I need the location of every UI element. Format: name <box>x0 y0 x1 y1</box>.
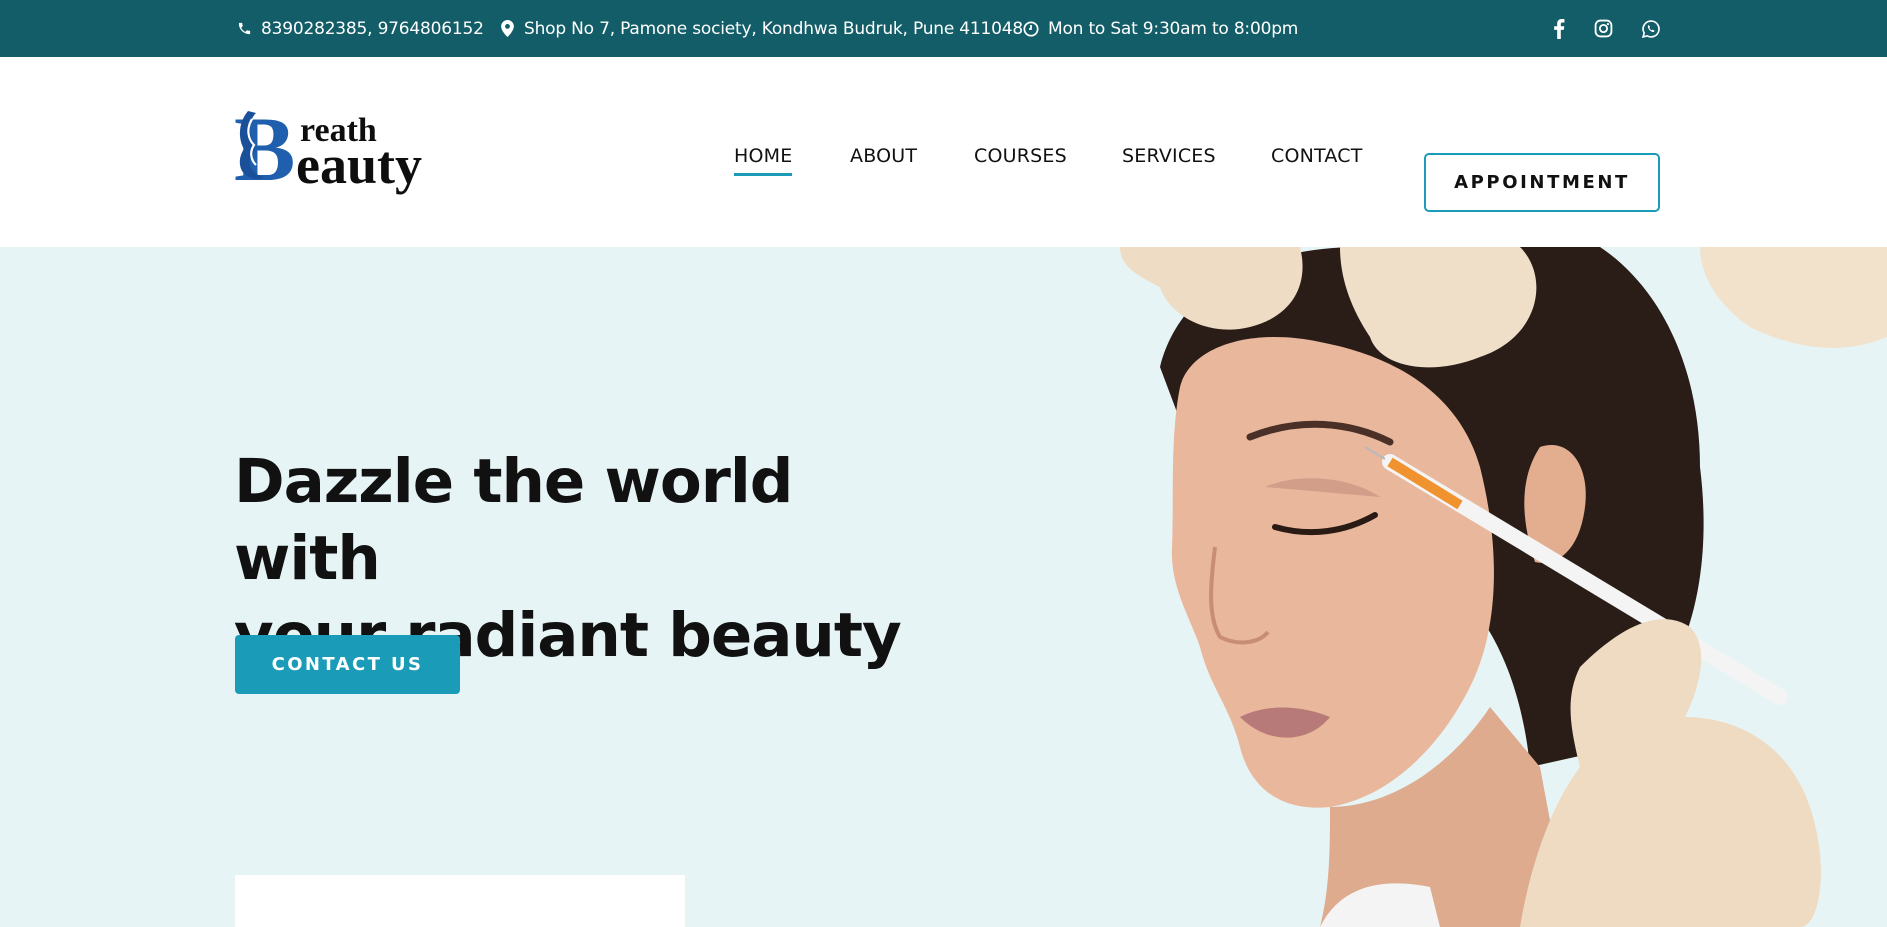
hero-photo <box>1120 247 1887 927</box>
appointment-button[interactable]: APPOINTMENT <box>1424 153 1660 212</box>
hours-info: Mon to Sat 9:30am to 8:00pm <box>1022 0 1298 57</box>
location-pin-icon <box>498 20 516 38</box>
nav-services[interactable]: SERVICES <box>1122 145 1216 167</box>
phone-icon <box>235 20 253 38</box>
nav-contact[interactable]: CONTACT <box>1271 145 1363 167</box>
site-header: B reath eauty HOME ABOUT COURSES SERVICE… <box>0 57 1887 247</box>
whatsapp-icon[interactable] <box>1640 18 1662 40</box>
hours-text: Mon to Sat 9:30am to 8:00pm <box>1048 18 1299 39</box>
phone-text: 8390282385, 9764806152 <box>261 18 484 39</box>
address-text: Shop No 7, Pamone society, Kondhwa Budru… <box>524 18 1024 39</box>
instagram-icon[interactable] <box>1592 18 1614 40</box>
whatsapp-link[interactable] <box>1640 0 1662 57</box>
contact-us-button[interactable]: CONTACT US <box>235 635 460 694</box>
nav-home[interactable]: HOME <box>734 145 793 176</box>
top-info-bar: 8390282385, 9764806152 Shop No 7, Pamone… <box>0 0 1887 57</box>
facebook-icon[interactable] <box>1548 18 1570 40</box>
hero-title-line1: Dazzle the world with <box>234 446 793 594</box>
breath-beauty-logo[interactable]: B reath eauty <box>234 98 444 200</box>
info-card <box>235 875 685 927</box>
facebook-link[interactable] <box>1548 0 1570 57</box>
nav-courses[interactable]: COURSES <box>974 145 1067 167</box>
logo-bottom-text: eauty <box>296 135 422 195</box>
phone-info[interactable]: 8390282385, 9764806152 <box>235 0 484 57</box>
hero-section: Dazzle the world with your radiant beaut… <box>0 247 1887 927</box>
instagram-link[interactable] <box>1592 0 1614 57</box>
clock-icon <box>1022 20 1040 38</box>
address-info: Shop No 7, Pamone society, Kondhwa Budru… <box>498 0 1023 57</box>
nav-about[interactable]: ABOUT <box>850 145 917 167</box>
